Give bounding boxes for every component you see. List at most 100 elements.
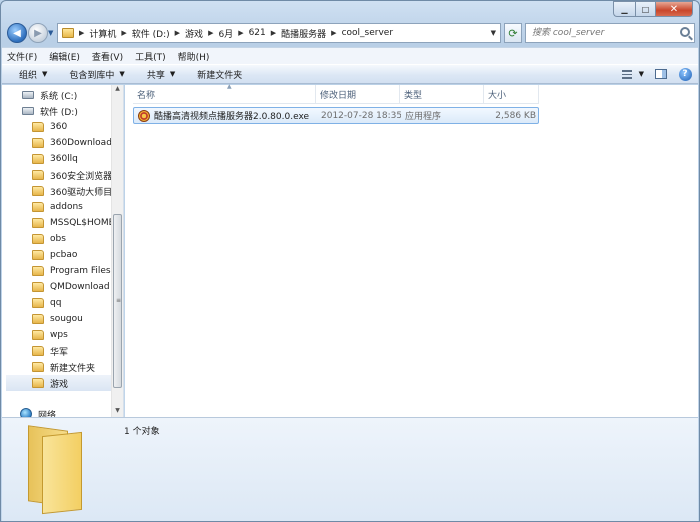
folder-icon xyxy=(32,202,44,212)
share-button[interactable]: 共享 ▼ xyxy=(147,68,175,81)
breadcrumb-separator-icon[interactable]: ▶ xyxy=(74,29,89,37)
breadcrumb-june[interactable]: 6月 xyxy=(218,27,233,40)
nav-item-label: 360llq xyxy=(50,154,78,164)
nav-item-label: 软件 (D:) xyxy=(40,107,78,118)
nav-folder-huajun[interactable]: 华军 xyxy=(32,343,68,359)
nav-folder-360downloads[interactable]: 360Downloads xyxy=(32,135,117,151)
window-controls: ▁ □ ✕ xyxy=(613,1,693,17)
column-type[interactable]: 类型 xyxy=(400,85,484,104)
nav-folder-pcbao[interactable]: pcbao xyxy=(32,247,77,263)
nav-item-drive-d[interactable]: 软件 (D:) xyxy=(22,103,78,119)
help-button[interactable]: ? xyxy=(678,67,692,81)
breadcrumb-separator-icon[interactable]: ▶ xyxy=(170,29,185,37)
nav-item-label: 网络 xyxy=(38,410,57,418)
maximize-button[interactable]: □ xyxy=(635,1,655,17)
nav-folder-sougou[interactable]: sougou xyxy=(32,311,83,327)
breadcrumb-621[interactable]: 621 xyxy=(249,28,266,38)
chevron-down-icon: ▼ xyxy=(42,70,48,78)
nav-item-label: 360驱动大师目录 xyxy=(50,187,112,198)
breadcrumb-separator-icon[interactable]: ▶ xyxy=(116,29,131,37)
new-folder-button[interactable]: 新建文件夹 xyxy=(197,68,242,81)
column-name[interactable]: 名称 xyxy=(133,85,316,104)
nav-item-label: Program Files ( xyxy=(50,266,112,276)
nav-folder-qq[interactable]: qq xyxy=(32,295,61,311)
nav-item-label: qq xyxy=(50,298,62,308)
view-options-dropdown[interactable]: ▼ xyxy=(639,70,644,78)
file-modified: 2012-07-28 18:35 xyxy=(321,110,401,121)
nav-item-label: 360 xyxy=(50,122,68,132)
breadcrumb-separator-icon[interactable]: ▶ xyxy=(266,29,281,37)
nav-folder-wps[interactable]: wps xyxy=(32,327,68,343)
nav-folder-obs[interactable]: obs xyxy=(32,231,66,247)
scroll-thumb[interactable]: ≡ xyxy=(113,214,122,388)
explorer-window: ▁ □ ✕ ◀ ▶ ▼ ▶ 计算机 ▶ 软件 (D:) ▶ 游戏 ▶ 6月 ▶ … xyxy=(0,0,700,522)
breadcrumb-kubo-server[interactable]: 酷播服务器 xyxy=(281,27,326,40)
network-icon xyxy=(20,408,32,417)
file-name: 酷播高清视频点播服务器2.0.80.0.exe xyxy=(154,112,310,122)
nav-folder-qmdownload[interactable]: QMDownload xyxy=(32,279,110,295)
preview-pane-button[interactable] xyxy=(654,67,668,81)
navigation-scrollbar[interactable]: ▲ ≡ ▼ xyxy=(111,85,123,417)
breadcrumb-cool-server[interactable]: cool_server xyxy=(342,28,393,38)
search-input[interactable] xyxy=(526,24,676,42)
file-row[interactable]: 酷播高清视频点播服务器2.0.80.0.exe 2012-07-28 18:35… xyxy=(133,107,539,124)
drive-c-icon xyxy=(22,91,34,99)
refresh-icon: ⟳ xyxy=(508,26,518,40)
nav-folder-360llq[interactable]: 360llq xyxy=(32,151,78,167)
sort-arrow-icon: ▲ xyxy=(227,83,232,90)
folder-icon xyxy=(32,218,44,228)
scroll-down-arrow-icon[interactable]: ▼ xyxy=(112,405,123,417)
menu-help[interactable]: 帮助(H) xyxy=(178,50,210,63)
breadcrumb-drive-d[interactable]: 软件 (D:) xyxy=(132,27,170,40)
column-header: ▲ 名称 修改日期 类型 大小 xyxy=(133,83,539,104)
menu-bar: 文件(F) 编辑(E) 查看(V) 工具(T) 帮助(H) xyxy=(2,47,698,64)
organize-button[interactable]: 组织 ▼ xyxy=(19,68,47,81)
nav-folder-360[interactable]: 360 xyxy=(32,119,67,135)
forward-button[interactable]: ▶ xyxy=(28,23,48,43)
breadcrumb-computer[interactable]: 计算机 xyxy=(89,27,116,40)
nav-item-drive-c[interactable]: 系统 (C:) xyxy=(22,87,77,103)
search-icon[interactable] xyxy=(680,27,690,37)
file-type: 应用程序 xyxy=(405,112,442,122)
nav-folder-new-folder[interactable]: 新建文件夹 xyxy=(32,359,95,375)
new-folder-label: 新建文件夹 xyxy=(197,70,243,81)
address-bar[interactable]: ▶ 计算机 ▶ 软件 (D:) ▶ 游戏 ▶ 6月 ▶ 621 ▶ 酷播服务器 … xyxy=(57,23,501,43)
breadcrumb-separator-icon[interactable]: ▶ xyxy=(233,29,248,37)
breadcrumb-games[interactable]: 游戏 xyxy=(185,27,203,40)
nav-folder-addons[interactable]: addons xyxy=(32,199,83,215)
minimize-button[interactable]: ▁ xyxy=(613,1,635,17)
nav-folder-360-browser[interactable]: 360安全浏览器下 xyxy=(32,167,112,183)
include-in-library-label: 包含到库中 xyxy=(69,70,115,81)
change-view-button[interactable] xyxy=(620,67,634,81)
nav-item-network[interactable]: 网络 xyxy=(20,406,56,417)
nav-folder-mssql[interactable]: MSSQL$HOME xyxy=(32,215,112,231)
forward-arrow-icon: ▶ xyxy=(34,27,42,39)
scroll-up-arrow-icon[interactable]: ▲ xyxy=(112,85,123,97)
column-modified[interactable]: 修改日期 xyxy=(316,85,400,104)
refresh-button[interactable]: ⟳ xyxy=(504,23,522,43)
breadcrumb-separator-icon[interactable]: ▶ xyxy=(326,29,341,37)
back-arrow-icon: ◀ xyxy=(13,27,21,39)
column-size[interactable]: 大小 xyxy=(484,85,539,104)
nav-folder-program-files[interactable]: Program Files ( xyxy=(32,263,112,279)
menu-edit[interactable]: 编辑(E) xyxy=(49,50,80,63)
menu-file[interactable]: 文件(F) xyxy=(7,50,37,63)
back-button[interactable]: ◀ xyxy=(7,23,27,43)
close-button[interactable]: ✕ xyxy=(655,1,693,17)
breadcrumb-separator-icon[interactable]: ▶ xyxy=(203,29,218,37)
address-history-dropdown[interactable]: ▼ xyxy=(491,29,496,37)
folder-icon xyxy=(32,186,44,196)
nav-folder-360-driver[interactable]: 360驱动大师目录 xyxy=(32,183,112,199)
menu-tools[interactable]: 工具(T) xyxy=(135,50,166,63)
menu-view[interactable]: 查看(V) xyxy=(92,50,123,63)
folder-icon xyxy=(32,330,44,340)
folder-icon xyxy=(28,422,88,515)
nav-folder-games[interactable]: 游戏 xyxy=(6,375,111,391)
recent-pages-dropdown[interactable]: ▼ xyxy=(48,29,53,37)
scroll-grip-icon: ≡ xyxy=(116,297,122,304)
nav-item-label: obs xyxy=(50,234,66,244)
details-pane: 1 个对象 xyxy=(2,417,698,521)
include-in-library-button[interactable]: 包含到库中 ▼ xyxy=(69,68,124,81)
nav-item-label: pcbao xyxy=(50,250,78,260)
nav-item-label: 360安全浏览器下 xyxy=(50,171,112,182)
